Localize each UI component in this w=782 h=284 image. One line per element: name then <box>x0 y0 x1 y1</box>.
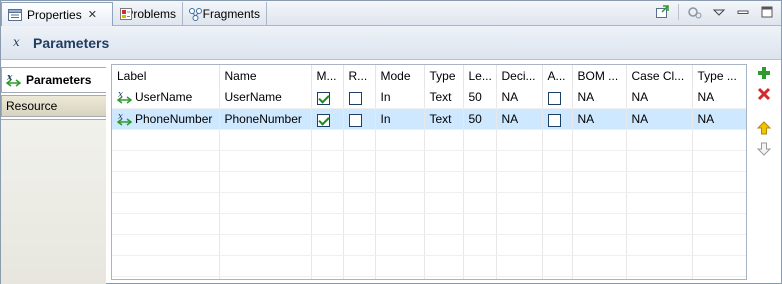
tab-properties-label: Properties <box>27 7 82 22</box>
side-tab-parameters-label: Parameters <box>26 73 92 87</box>
fragments-icon <box>188 6 202 22</box>
row-mode: In <box>375 108 425 130</box>
table-header-row: Label Name M... R... Mode Type Le... Dec… <box>112 65 746 87</box>
parameters-table[interactable]: Label Name M... R... Mode Type Le... Dec… <box>111 64 747 280</box>
row-label: PhoneNumber <box>135 111 213 126</box>
table-row[interactable]: x PhoneNumber PhoneNumber In Text 50 NA … <box>112 108 746 130</box>
row-type2: NA <box>692 108 746 130</box>
column-header[interactable]: Type ... <box>692 65 746 87</box>
row-name: UserName <box>219 87 312 109</box>
empty-row <box>112 276 746 279</box>
column-header[interactable]: A... <box>542 65 573 87</box>
row-length: 50 <box>463 87 497 109</box>
toolbar-separator <box>678 4 679 20</box>
row-bom: NA <box>572 108 627 130</box>
properties-view: Properties ✕ Problems Fragments x Parame… <box>0 0 782 284</box>
row-decimal: NA <box>496 87 543 109</box>
column-header[interactable]: Le... <box>463 65 497 87</box>
empty-row <box>112 192 746 214</box>
side-tab-resource-label: Resource <box>6 99 58 113</box>
empty-row <box>112 150 746 172</box>
tab-fragments[interactable]: Fragments <box>183 2 267 25</box>
view-settings-icon[interactable] <box>687 4 703 20</box>
readonly-checkbox[interactable] <box>348 113 362 127</box>
table-row[interactable]: x UserName UserName In Text 50 NA NA NA … <box>112 87 746 109</box>
row-case-class: NA <box>626 108 693 130</box>
view-menu-icon[interactable] <box>711 4 727 20</box>
column-header[interactable]: R... <box>343 65 376 87</box>
empty-row <box>112 255 746 277</box>
mandatory-checkbox[interactable] <box>316 92 330 106</box>
row-decimal: NA <box>496 108 543 130</box>
side-tab-empty-area <box>1 119 106 284</box>
row-bom: NA <box>572 87 627 109</box>
svg-text:x: x <box>13 35 20 49</box>
column-header[interactable]: Deci... <box>496 65 543 87</box>
column-header[interactable]: BOM ... <box>572 65 627 87</box>
row-type: Text <box>424 87 464 109</box>
a-checkbox[interactable] <box>547 92 561 106</box>
empty-row <box>112 213 746 235</box>
row-type2: NA <box>692 87 746 109</box>
column-header[interactable]: Type <box>424 65 464 87</box>
row-type: Text <box>424 108 464 130</box>
parameter-icon: x <box>11 35 27 51</box>
add-icon[interactable] <box>756 65 772 81</box>
properties-icon <box>7 7 23 23</box>
column-header[interactable]: Mode <box>375 65 425 87</box>
row-mode: In <box>375 87 425 109</box>
parameter-inout-icon: x <box>6 72 22 88</box>
minimize-icon[interactable] <box>735 4 751 20</box>
move-down-icon[interactable] <box>756 141 772 157</box>
readonly-checkbox[interactable] <box>348 92 362 106</box>
row-name: PhoneNumber <box>219 108 312 130</box>
column-header[interactable]: Label <box>112 65 220 87</box>
pin-view-icon[interactable] <box>654 4 670 20</box>
tab-properties[interactable]: Properties ✕ <box>1 2 113 26</box>
table-actions <box>755 65 773 157</box>
row-length: 50 <box>463 108 497 130</box>
tab-problems[interactable]: Problems <box>113 2 183 25</box>
parameter-inout-icon: x <box>117 111 133 127</box>
empty-row <box>112 234 746 256</box>
delete-icon[interactable] <box>756 86 772 102</box>
column-header[interactable]: M... <box>311 65 344 87</box>
side-tab-list: x Parameters Resource <box>1 61 106 284</box>
tab-fragments-label: Fragments <box>202 6 260 21</box>
column-header[interactable]: Name <box>219 65 312 87</box>
row-label: UserName <box>135 90 193 105</box>
maximize-icon[interactable] <box>759 4 775 20</box>
column-header[interactable]: Case Cl... <box>626 65 693 87</box>
side-tab-parameters[interactable]: x Parameters <box>1 67 106 93</box>
move-up-icon[interactable] <box>756 120 772 136</box>
parameter-inout-icon: x <box>117 89 133 105</box>
section-header: x Parameters <box>1 26 781 60</box>
empty-row <box>112 129 746 151</box>
side-tab-resource[interactable]: Resource <box>1 95 106 117</box>
close-icon[interactable]: ✕ <box>88 8 97 21</box>
view-tab-bar: Properties ✕ Problems Fragments <box>1 1 781 26</box>
a-checkbox[interactable] <box>547 113 561 127</box>
row-case-class: NA <box>626 87 693 109</box>
view-toolbar <box>654 4 775 20</box>
page-title: Parameters <box>33 34 110 51</box>
problems-icon <box>118 6 132 22</box>
mandatory-checkbox[interactable] <box>316 113 330 127</box>
empty-row <box>112 171 746 193</box>
